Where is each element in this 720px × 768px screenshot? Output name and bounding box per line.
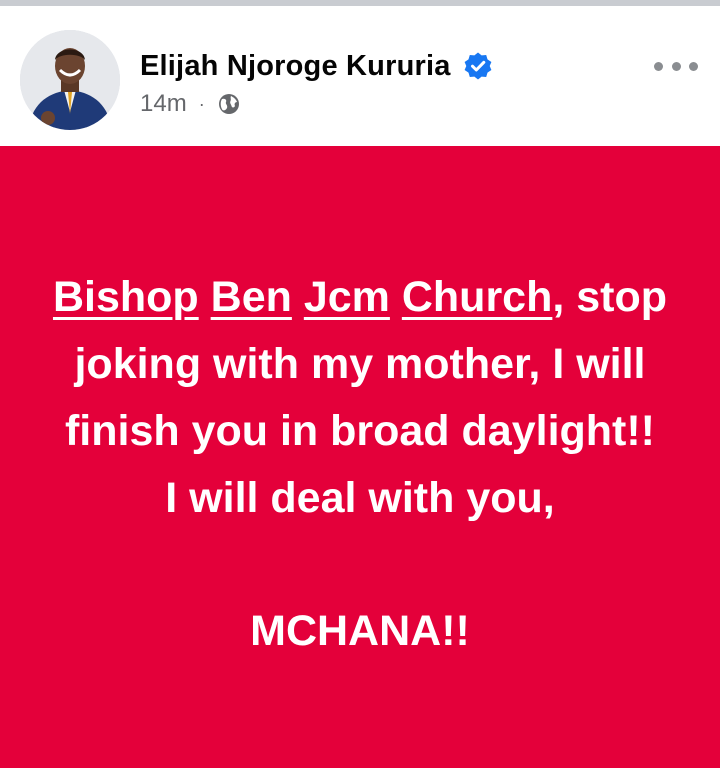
author-row: Elijah Njoroge Kururia bbox=[140, 46, 493, 86]
profile-photo bbox=[20, 30, 120, 130]
post-header: Elijah Njoroge Kururia 14m · bbox=[0, 6, 720, 146]
tag-jcm[interactable]: Jcm bbox=[304, 273, 390, 321]
tag-church[interactable]: Church bbox=[402, 273, 553, 321]
message-line-2: joking with my mother, I will bbox=[74, 340, 646, 388]
more-dot-icon bbox=[654, 61, 663, 71]
avatar[interactable] bbox=[20, 30, 120, 130]
message-signoff: MCHANA!! bbox=[250, 607, 470, 655]
more-options-button[interactable] bbox=[654, 50, 698, 82]
tag-bishop[interactable]: Bishop bbox=[53, 273, 199, 321]
author-name[interactable]: Elijah Njoroge Kururia bbox=[140, 50, 451, 83]
message-line-1-tail: , stop bbox=[552, 273, 668, 321]
post-message: Bishop Ben Jcm Church, stop joking with … bbox=[10, 264, 710, 665]
message-line-3: finish you in broad daylight!! bbox=[64, 407, 656, 455]
verified-badge-icon bbox=[463, 51, 493, 81]
post-content: Bishop Ben Jcm Church, stop joking with … bbox=[0, 146, 720, 768]
post-timestamp[interactable]: 14m bbox=[140, 90, 187, 118]
more-dot-icon bbox=[671, 61, 681, 71]
tag-ben[interactable]: Ben bbox=[211, 273, 292, 321]
meta-separator: · bbox=[198, 94, 205, 114]
more-dot-icon bbox=[689, 61, 698, 71]
message-line-4: I will deal with you, bbox=[165, 474, 555, 522]
post-meta: 14m · bbox=[140, 88, 241, 120]
globe-icon[interactable] bbox=[217, 92, 241, 116]
